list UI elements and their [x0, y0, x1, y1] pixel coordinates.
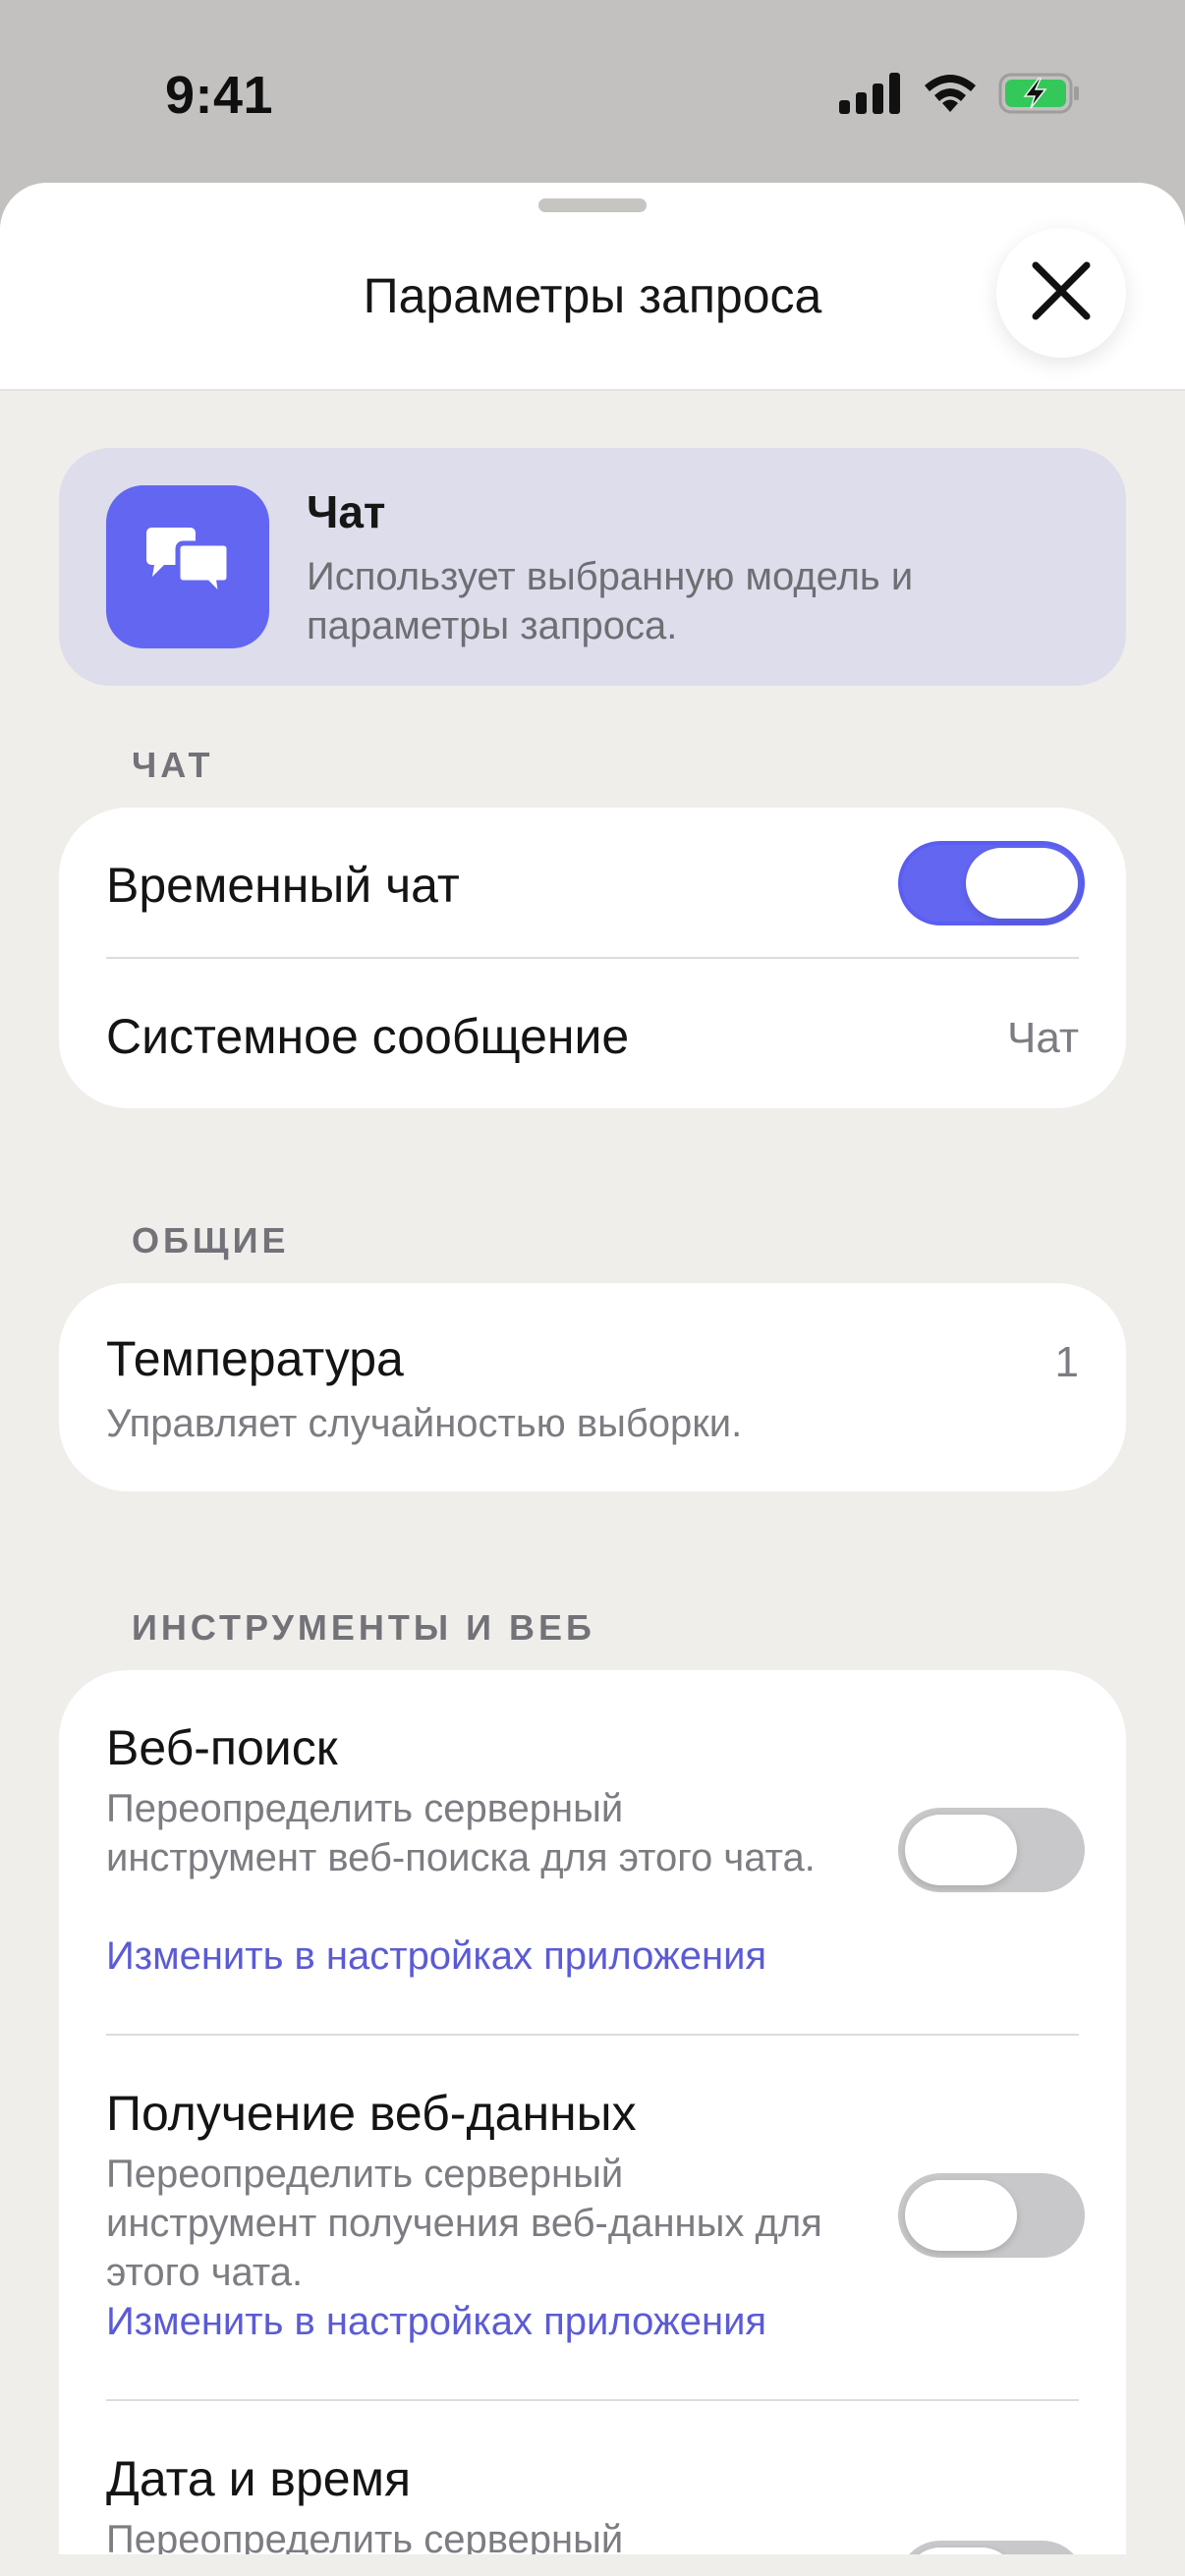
date-time-description: Переопределить серверный: [106, 2518, 624, 2554]
web-fetch-settings-link[interactable]: Изменить в настройках приложения: [106, 2297, 766, 2346]
temperature-value: 1: [1054, 1338, 1079, 1386]
web-search-description: Переопределить серверный инструмент веб-…: [106, 1787, 816, 1879]
section-label-general: ОБЩИЕ: [132, 1220, 290, 1260]
chat-settings-card: Временный чат Системное сообщение Чат: [59, 808, 1126, 1108]
general-settings-card: Температура 1 Управляет случайностью выб…: [59, 1283, 1126, 1491]
web-search-row[interactable]: Веб-поиск Переопределить серверный инстр…: [106, 1670, 1085, 2034]
request-parameters-sheet: Параметры запроса Чат Использует выбранн…: [0, 183, 1185, 2576]
web-fetch-toggle[interactable]: [898, 2173, 1085, 2258]
web-search-toggle[interactable]: [898, 1808, 1085, 1892]
wifi-icon: [922, 73, 979, 119]
tools-settings-card: Веб-поиск Переопределить серверный инстр…: [59, 1670, 1126, 2554]
temporary-chat-label: Временный чат: [106, 858, 460, 913]
sheet-content: Чат Использует выбранную модель и параме…: [59, 448, 1126, 2554]
close-button[interactable]: [996, 228, 1126, 358]
section-label-chat: ЧАТ: [132, 745, 214, 785]
status-icons: [839, 73, 1081, 119]
system-message-label: Системное сообщение: [106, 1009, 630, 1064]
status-time: 9:41: [165, 66, 274, 125]
temporary-chat-toggle[interactable]: [898, 841, 1085, 925]
web-fetch-description: Переопределить серверный инструмент полу…: [106, 2153, 822, 2294]
toggle-knob: [905, 2180, 1017, 2251]
mode-card[interactable]: Чат Использует выбранную модель и параме…: [59, 448, 1126, 686]
web-fetch-label: Получение веб-данных: [106, 2086, 637, 2141]
system-message-row[interactable]: Системное сообщение Чат: [106, 957, 1079, 1108]
web-search-label: Веб-поиск: [106, 1720, 338, 1775]
date-time-label: Дата и время: [106, 2451, 412, 2506]
toggle-knob: [905, 1815, 1017, 1885]
temperature-label: Температура: [106, 1331, 404, 1386]
date-time-row[interactable]: Дата и время Переопределить серверный: [106, 2399, 1085, 2554]
web-search-settings-link[interactable]: Изменить в настройках приложения: [106, 1932, 766, 1981]
toggle-knob: [905, 2548, 1017, 2554]
system-message-value: Чат: [1007, 1014, 1079, 1062]
mode-title: Чат: [307, 486, 386, 537]
temperature-row[interactable]: Температура 1 Управляет случайностью выб…: [106, 1283, 1079, 1491]
sheet-grabber[interactable]: [538, 198, 647, 212]
section-label-tools: ИНСТРУМЕНТЫ И ВЕБ: [132, 1607, 595, 1648]
web-fetch-row[interactable]: Получение веб-данных Переопределить серв…: [106, 2034, 1085, 2399]
temporary-chat-row[interactable]: Временный чат: [106, 808, 1085, 957]
close-icon: [1030, 259, 1093, 327]
chat-bubbles-icon: [141, 526, 235, 609]
temperature-description: Управляет случайностью выборки.: [106, 1402, 743, 1445]
sheet-header: Параметры запроса: [0, 183, 1185, 391]
mode-icon-tile: [106, 485, 269, 648]
date-time-toggle[interactable]: [898, 2541, 1085, 2554]
battery-charging-icon: [998, 73, 1081, 119]
status-bar: 9:41: [0, 0, 1185, 187]
signal-icon: [839, 73, 902, 119]
toggle-knob: [966, 848, 1078, 919]
mode-description: Использует выбранную модель и параметры …: [307, 555, 914, 647]
